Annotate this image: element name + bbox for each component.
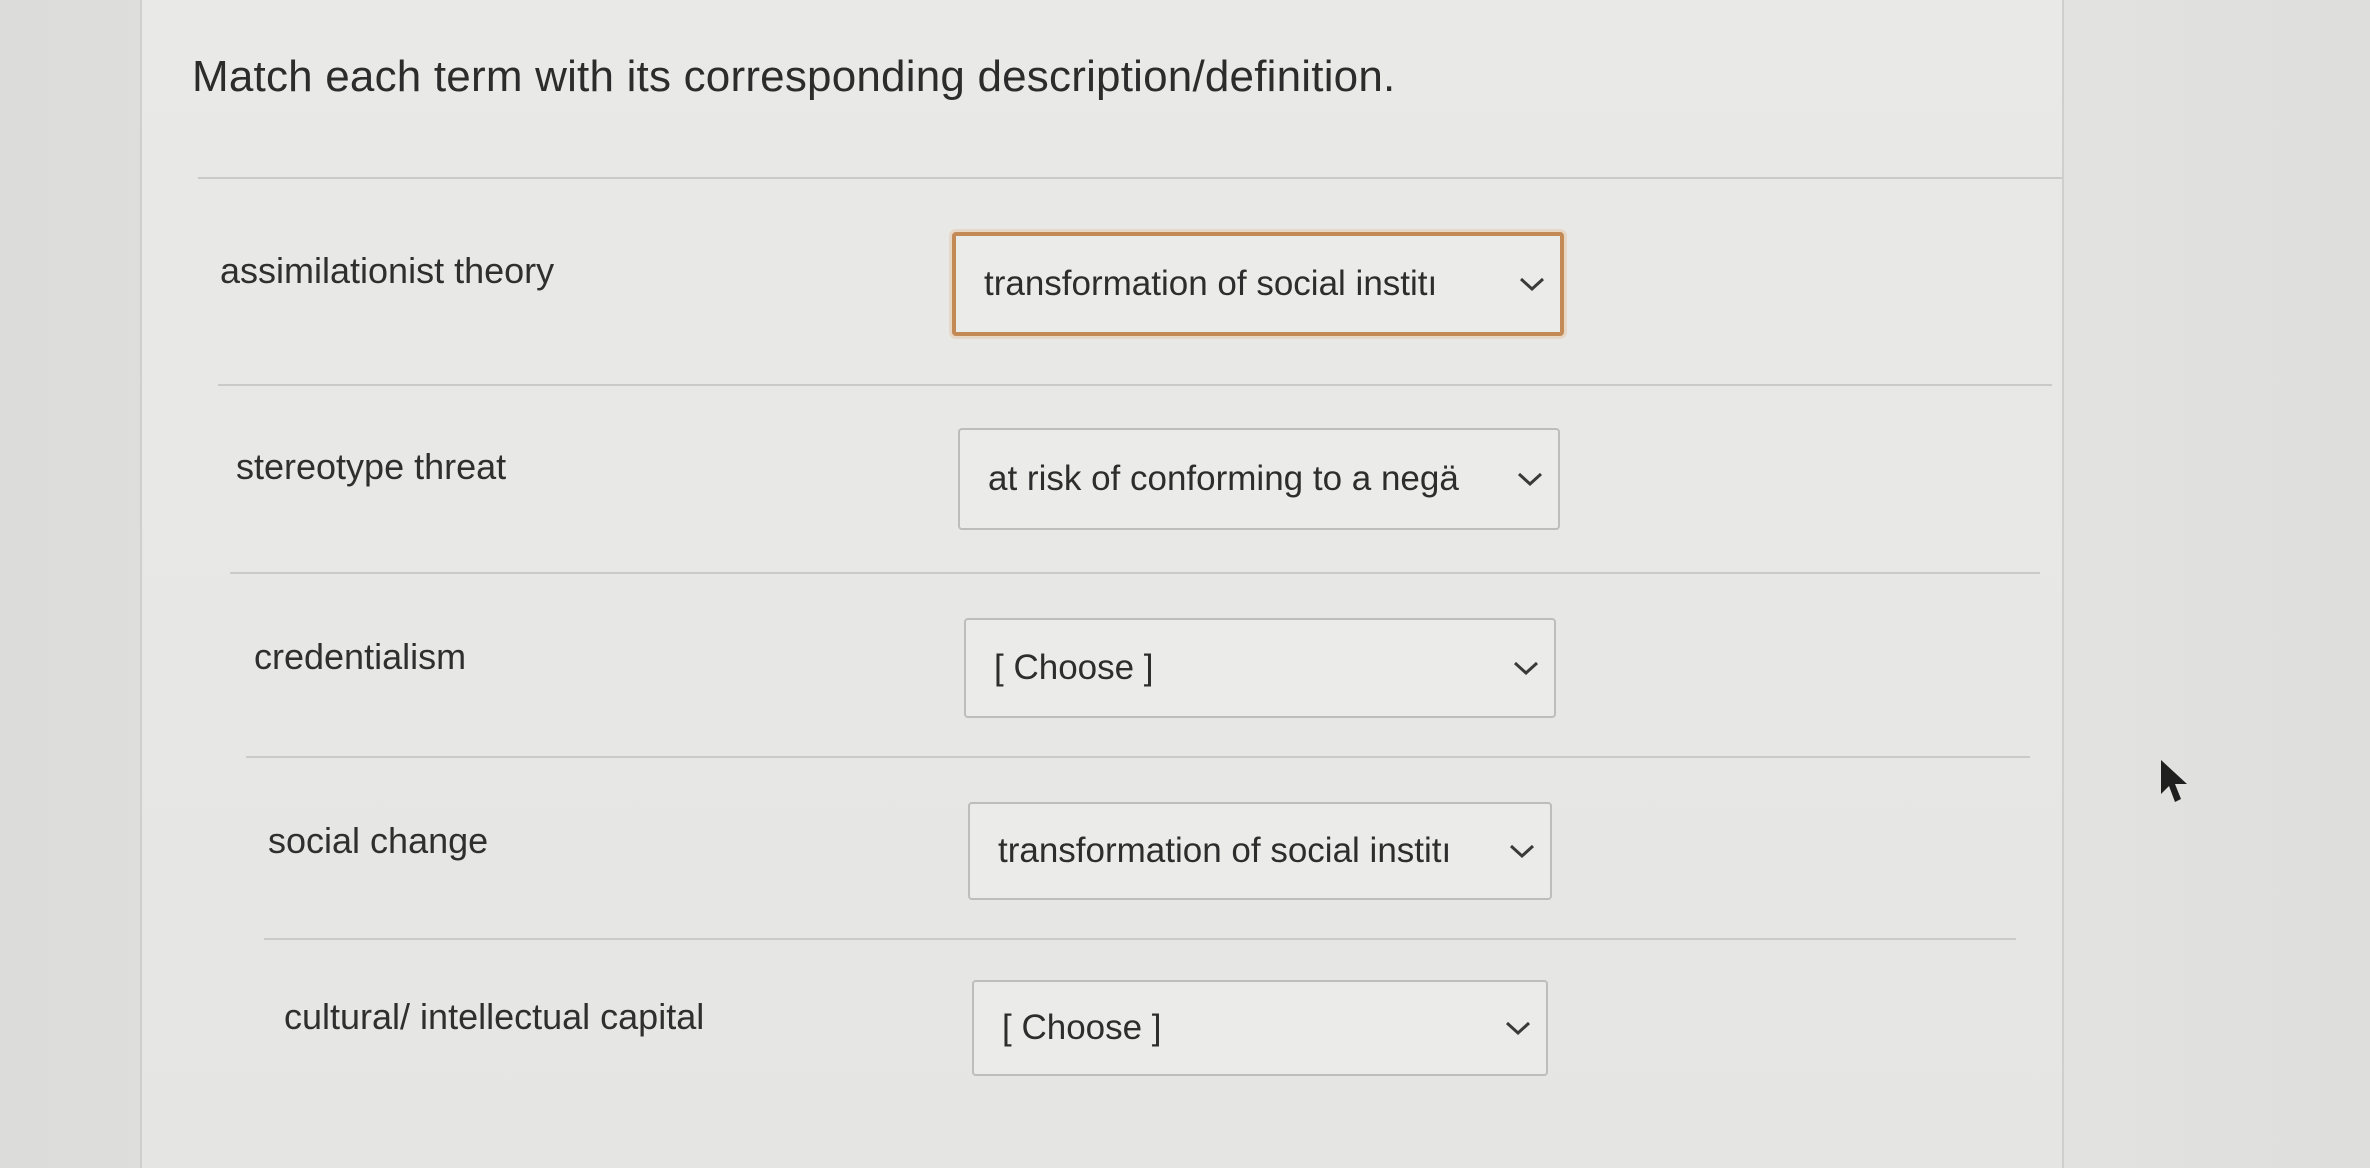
chevron-down-icon [1517,472,1543,487]
selected-definition: transformation of social institı [998,831,1452,870]
page: Match each term with its corresponding d… [0,0,2370,1168]
definition-select[interactable]: transformation of social institı [952,232,1564,336]
definition-select[interactable]: at risk of conforming to a negä [958,428,1560,530]
term-label: credentialism [254,636,467,677]
divider [246,756,2030,758]
chevron-down-icon [1513,661,1539,676]
definition-select[interactable]: [ Choose ] [972,980,1548,1076]
selected-definition: transformation of social institı [984,264,1438,303]
definition-select[interactable]: transformation of social institı [968,802,1552,900]
selected-definition: [ Choose ] [994,648,1154,687]
term-label: social change [268,820,489,861]
divider [230,572,2040,574]
selected-definition: at risk of conforming to a negä [988,459,1459,498]
chevron-down-icon [1519,277,1545,292]
term-label: cultural/ intellectual capital [284,996,705,1037]
chevron-down-icon [1505,1021,1531,1036]
quiz-question-card: Match each term with its corresponding d… [140,0,2064,1168]
question-title: Match each term with its corresponding d… [192,52,1396,101]
chevron-down-icon [1509,844,1535,859]
divider [218,384,2052,386]
term-label: stereotype threat [236,446,507,487]
term-label: assimilationist theory [220,250,555,291]
definition-select[interactable]: [ Choose ] [964,618,1556,718]
selected-definition: [ Choose ] [1002,1008,1162,1047]
divider [264,938,2016,940]
divider [198,177,2062,179]
mouse-pointer-icon [2161,760,2187,802]
